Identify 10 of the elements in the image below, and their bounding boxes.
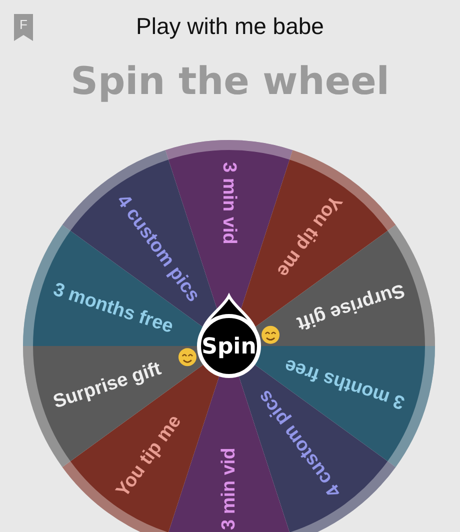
segment-label: 3 months free [50,279,176,338]
segment-label: You tip me [272,190,346,281]
segment-label: 3 months free [282,354,408,413]
segment-label: You tip me [112,411,186,502]
segment-label: 3 min vid [218,162,240,244]
wheel-heading: Spin the wheel [70,58,390,105]
segment-label: Surprise gift [50,358,164,413]
segment-label: 3 min vid [218,448,240,530]
page-title: Play with me babe [136,12,324,40]
segment-label: Surprise gift [294,279,408,334]
